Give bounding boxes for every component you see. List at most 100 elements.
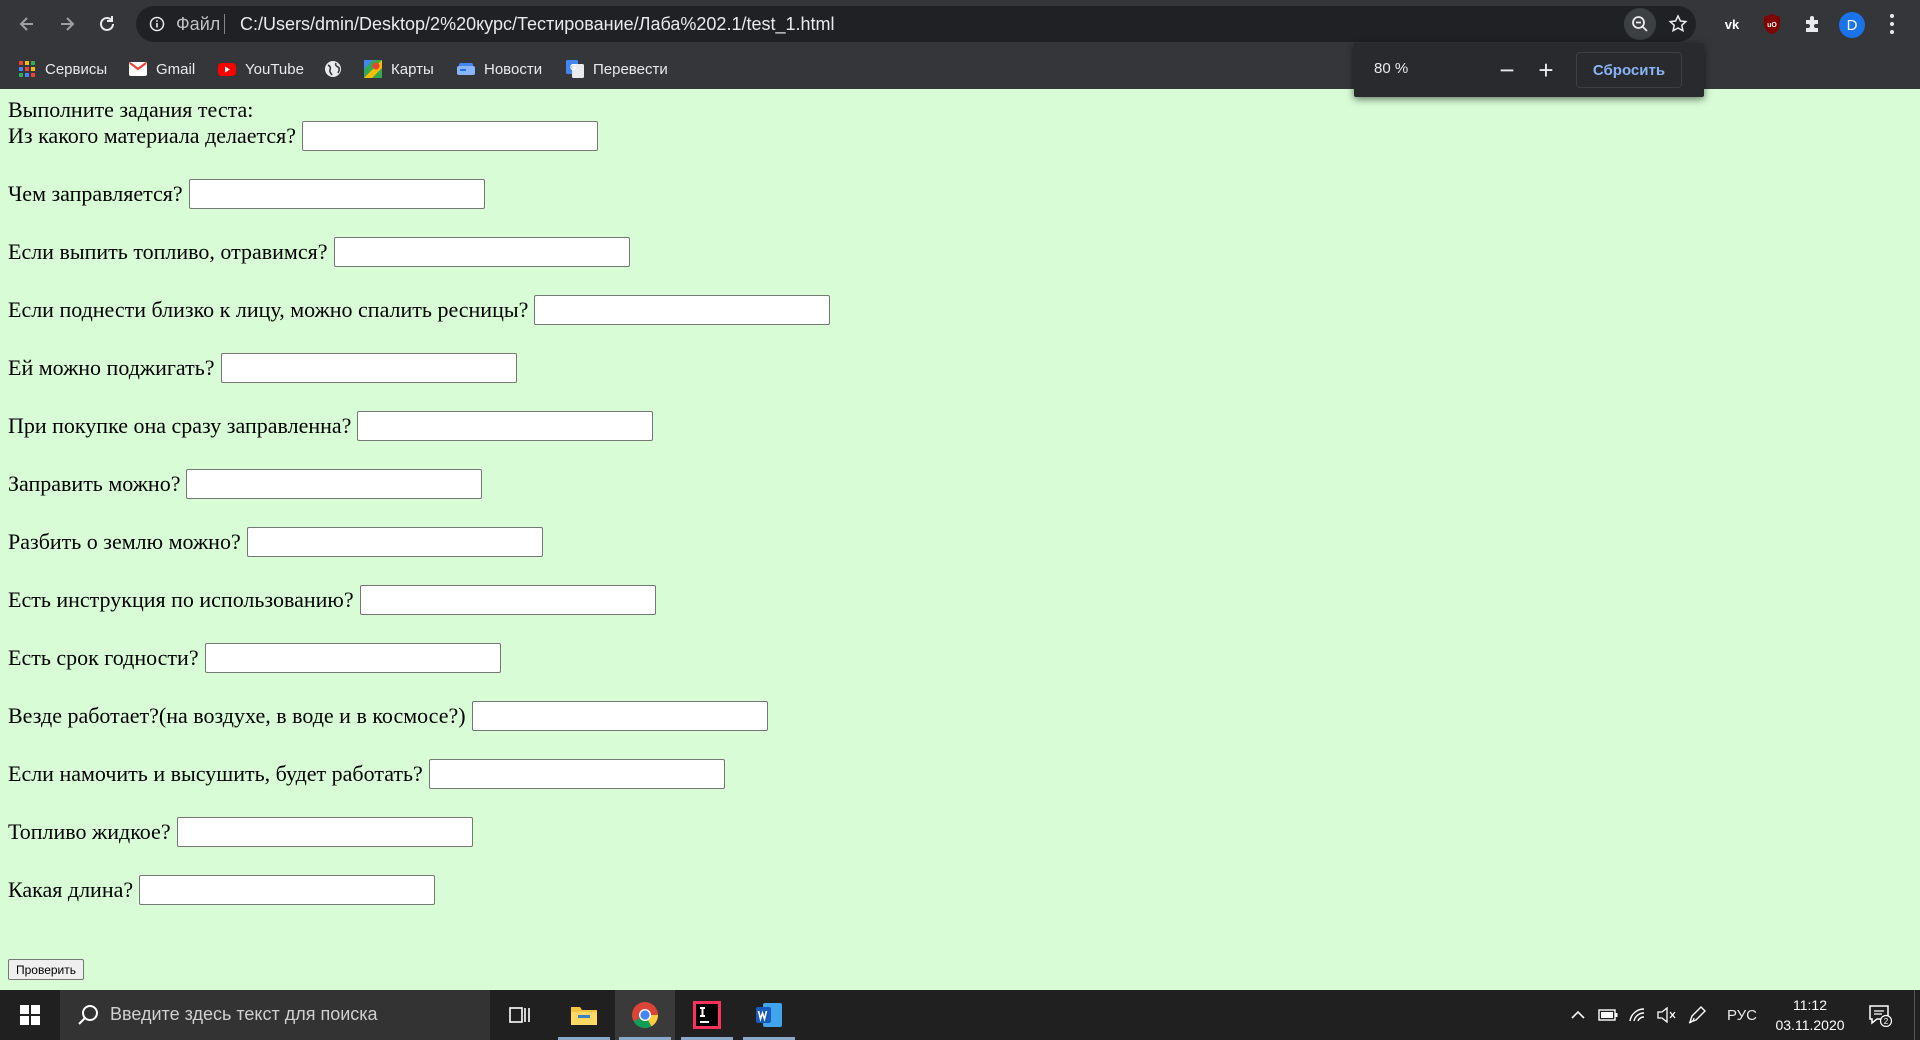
wifi-icon[interactable] bbox=[1626, 990, 1650, 1040]
zoom-in-button[interactable]: + bbox=[1531, 55, 1561, 85]
bookmark-label: Сервисы bbox=[45, 60, 108, 78]
answer-input[interactable] bbox=[139, 875, 436, 905]
question-label: Везде работает?(на воздухе, в воде и в к… bbox=[8, 703, 466, 728]
zoom-popup: 80 % − + Сбросить bbox=[1354, 43, 1704, 97]
vk-extension-icon[interactable]: vk bbox=[1718, 10, 1746, 38]
windows-logo-icon bbox=[20, 1005, 40, 1025]
answer-input[interactable] bbox=[246, 527, 543, 557]
question-label: При покупке она сразу заправленна? bbox=[8, 413, 352, 438]
battery-icon[interactable] bbox=[1596, 990, 1620, 1040]
system-clock[interactable]: 11:12 03.11.2020 bbox=[1768, 995, 1852, 1035]
start-button[interactable] bbox=[0, 990, 60, 1040]
address-bar[interactable]: Файл C:/Users/dmin/Desktop/2%20курс/Тест… bbox=[136, 6, 1696, 42]
question-label: Чем заправляется? bbox=[8, 181, 183, 206]
question-label: Заправить можно? bbox=[8, 471, 181, 496]
browser-toolbar: Файл C:/Users/dmin/Desktop/2%20курс/Тест… bbox=[0, 0, 1920, 49]
url-text[interactable]: C:/Users/dmin/Desktop/2%20курс/Тестирова… bbox=[240, 14, 835, 35]
gmail-icon bbox=[129, 60, 147, 78]
answer-input[interactable] bbox=[186, 469, 483, 499]
bookmark-gmail[interactable]: Gmail bbox=[129, 56, 195, 82]
bookmark-label: Карты bbox=[391, 60, 434, 78]
notification-count: 2 bbox=[1884, 1017, 1889, 1026]
answer-input[interactable] bbox=[428, 759, 725, 789]
show-hidden-icons-icon[interactable] bbox=[1566, 990, 1590, 1040]
clock-date: 03.11.2020 bbox=[1775, 1017, 1845, 1033]
answer-input[interactable] bbox=[359, 585, 656, 615]
reload-button[interactable] bbox=[90, 7, 124, 41]
pen-workspace-icon[interactable] bbox=[1684, 990, 1710, 1040]
answer-input[interactable] bbox=[188, 179, 485, 209]
answer-input[interactable] bbox=[176, 817, 473, 847]
globe-icon bbox=[324, 60, 342, 78]
question-label: Если поднести близко к лицу, можно спали… bbox=[8, 297, 529, 322]
answer-input[interactable] bbox=[204, 643, 501, 673]
question-label: Ей можно поджигать? bbox=[8, 355, 215, 380]
check-button[interactable]: Проверить bbox=[8, 959, 85, 980]
profile-avatar[interactable]: D bbox=[1839, 12, 1865, 38]
question-row: Из какого материала делается? bbox=[8, 119, 599, 153]
bookmark-label: Gmail bbox=[156, 60, 196, 78]
answer-input[interactable] bbox=[534, 295, 831, 325]
clock-time: 11:12 bbox=[1793, 997, 1827, 1013]
bookmark-youtube[interactable]: YouTube bbox=[218, 56, 304, 82]
task-view-button[interactable] bbox=[490, 990, 550, 1040]
question-row: Ей можно поджигать? bbox=[8, 351, 517, 385]
question-row: Топливо жидкое? bbox=[8, 815, 473, 849]
taskbar-search-box[interactable]: Введите здесь текст для поиска bbox=[60, 990, 490, 1040]
zoom-out-button[interactable]: − bbox=[1492, 55, 1522, 85]
search-placeholder: Введите здесь текст для поиска bbox=[110, 1004, 378, 1024]
word-icon bbox=[756, 1003, 782, 1027]
bookmark-label: Новости bbox=[484, 60, 543, 78]
question-row: Везде работает?(на воздухе, в воде и в к… bbox=[8, 699, 768, 733]
question-label: Какая длина? bbox=[8, 877, 134, 902]
question-label: Есть срок годности? bbox=[8, 645, 199, 670]
bookmark-news[interactable]: Новости bbox=[457, 56, 542, 82]
page-content: Выполните задания теста: Из какого матер… bbox=[0, 89, 1920, 990]
show-desktop-button[interactable] bbox=[1914, 990, 1920, 1040]
answer-input[interactable] bbox=[220, 353, 517, 383]
bookmark-maps[interactable]: Карты bbox=[364, 56, 434, 82]
question-row: Есть инструкция по использованию? bbox=[8, 583, 656, 617]
volume-muted-icon[interactable] bbox=[1654, 990, 1678, 1040]
input-language-indicator[interactable]: РУС bbox=[1720, 990, 1764, 1040]
bookmark-services[interactable]: Сервисы bbox=[18, 56, 107, 82]
answer-input[interactable] bbox=[471, 701, 768, 731]
forward-button[interactable] bbox=[50, 7, 84, 41]
extensions-puzzle-icon[interactable] bbox=[1798, 10, 1826, 38]
question-row: При покупке она сразу заправленна? bbox=[8, 409, 654, 443]
intellij-app[interactable] bbox=[677, 990, 737, 1040]
bookmark-translate[interactable]: G Перевести bbox=[566, 56, 668, 82]
action-center-icon[interactable]: 2 bbox=[1860, 990, 1900, 1040]
chrome-app[interactable] bbox=[615, 990, 675, 1040]
chrome-icon bbox=[632, 1002, 659, 1029]
back-button[interactable] bbox=[10, 7, 44, 41]
bookmark-label: YouTube bbox=[245, 60, 304, 78]
question-label: Если выпить топливо, отравимся? bbox=[8, 239, 328, 264]
bookmark-globe[interactable] bbox=[324, 56, 342, 82]
site-info-icon[interactable] bbox=[148, 15, 166, 33]
svg-text:G: G bbox=[570, 63, 576, 72]
question-row: Чем заправляется? bbox=[8, 177, 485, 211]
question-row: Если поднести близко к лицу, можно спали… bbox=[8, 293, 831, 327]
file-explorer-app[interactable] bbox=[554, 990, 614, 1040]
question-row: Есть срок годности? bbox=[8, 641, 501, 675]
reload-icon bbox=[100, 16, 114, 31]
question-label: Разбить о землю можно? bbox=[8, 529, 241, 554]
arrow-left-icon bbox=[19, 17, 33, 31]
answer-input[interactable] bbox=[302, 121, 599, 151]
translate-icon: G bbox=[566, 60, 584, 78]
zoom-icon[interactable] bbox=[1624, 8, 1656, 40]
kebab-menu-icon[interactable] bbox=[1882, 10, 1902, 38]
answer-input[interactable] bbox=[333, 237, 630, 267]
question-row: Разбить о землю можно? bbox=[8, 525, 543, 559]
question-row: Какая длина? bbox=[8, 873, 436, 907]
ublock-extension-icon[interactable]: uO bbox=[1758, 10, 1786, 38]
task-view-icon bbox=[509, 1007, 530, 1023]
question-row: Если выпить топливо, отравимся? bbox=[8, 235, 630, 269]
zoom-reset-button[interactable]: Сбросить bbox=[1576, 52, 1682, 88]
answer-input[interactable] bbox=[357, 411, 654, 441]
bookmark-star-icon[interactable] bbox=[1662, 8, 1694, 40]
question-label: Есть инструкция по использованию? bbox=[8, 587, 354, 612]
zoom-level: 80 % bbox=[1374, 60, 1409, 77]
word-app[interactable] bbox=[739, 990, 799, 1040]
